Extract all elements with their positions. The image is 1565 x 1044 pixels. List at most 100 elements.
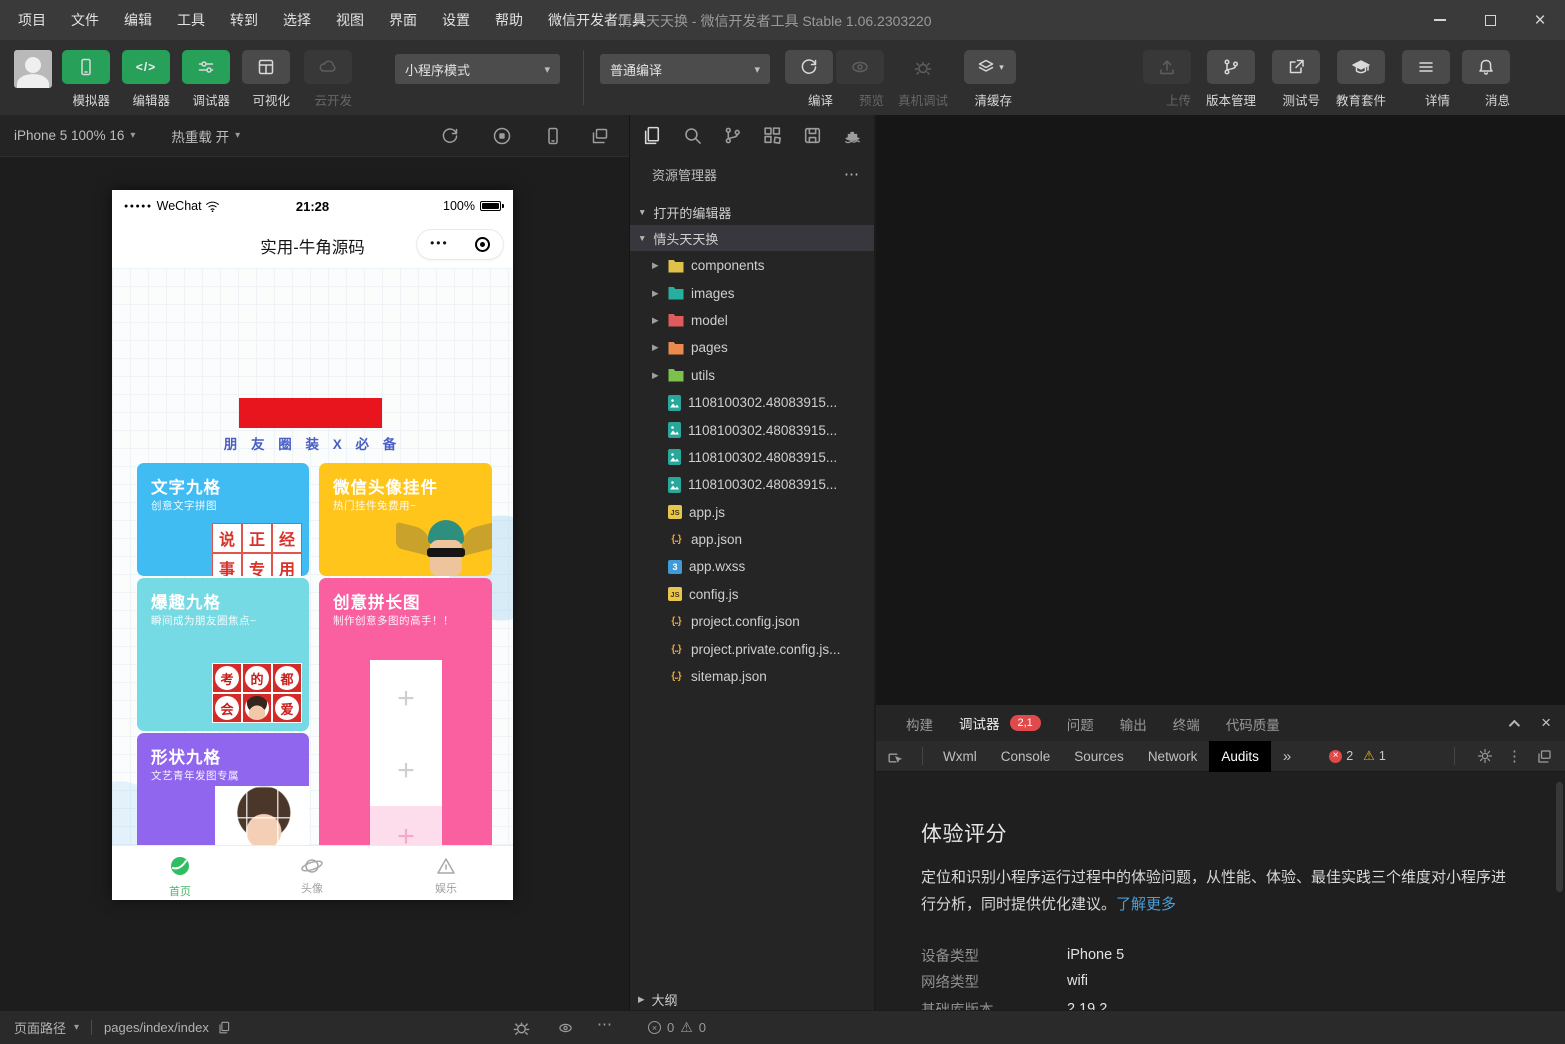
edu-suite-button[interactable]: 教育套件 bbox=[1337, 50, 1385, 109]
file-config-js[interactable]: JS config.js bbox=[630, 581, 874, 608]
statusbar-debug-button[interactable] bbox=[512, 1018, 531, 1037]
visualize-toggle-button[interactable]: 可视化 bbox=[242, 50, 290, 109]
file-project-private-config[interactable]: {..} project.private.config.js... bbox=[630, 635, 874, 662]
editor-toggle-button[interactable]: </> 编辑器 bbox=[122, 50, 170, 109]
home-target-icon[interactable] bbox=[475, 237, 490, 252]
menu-goto[interactable]: 转到 bbox=[230, 10, 258, 30]
tab-home[interactable]: 首页 bbox=[135, 854, 225, 899]
more-dots-icon[interactable]: ••• bbox=[430, 243, 449, 247]
devtab-wxml[interactable]: Wxml bbox=[931, 741, 989, 772]
minimize-button[interactable] bbox=[1415, 0, 1465, 40]
device-selector[interactable]: iPhone 5 100% 16 ▾ bbox=[14, 128, 135, 143]
version-control-button[interactable]: 版本管理 bbox=[1207, 50, 1255, 109]
tab-avatar[interactable]: 头像 bbox=[267, 854, 357, 896]
whale-icon[interactable] bbox=[842, 125, 863, 146]
console-warnings[interactable]: ⚠ 1 bbox=[1363, 748, 1386, 764]
folder-pages[interactable]: ▶ pages bbox=[630, 334, 874, 361]
folder-components[interactable]: ▶ components bbox=[630, 252, 874, 279]
hot-reload-selector[interactable]: 热重载 开 ▾ bbox=[171, 126, 240, 146]
package-icon[interactable] bbox=[802, 125, 823, 146]
menu-file[interactable]: 文件 bbox=[71, 10, 99, 30]
test-account-button[interactable]: 测试号 bbox=[1272, 50, 1320, 109]
inspect-button[interactable] bbox=[876, 747, 914, 765]
simulator-toggle-button[interactable]: 模拟器 bbox=[62, 50, 110, 109]
menu-help[interactable]: 帮助 bbox=[495, 10, 523, 30]
menu-project[interactable]: 项目 bbox=[18, 10, 46, 30]
undock-button[interactable] bbox=[1536, 748, 1553, 765]
outline-section[interactable]: ▶ 大纲 bbox=[630, 988, 874, 1010]
file-sitemap-json[interactable]: {..} sitemap.json bbox=[630, 663, 874, 690]
devtab-sources[interactable]: Sources bbox=[1062, 741, 1136, 772]
cloud-dev-button[interactable]: 云开发 bbox=[304, 50, 352, 109]
file-media-4[interactable]: 1108100302.48083915... bbox=[630, 471, 874, 498]
tab-terminal[interactable]: 终端 bbox=[1173, 705, 1200, 742]
compile-mode-select[interactable]: 普通编译 ▾ bbox=[600, 54, 770, 84]
more-tabs-icon[interactable]: » bbox=[1271, 741, 1303, 772]
close-button[interactable]: × bbox=[1515, 0, 1565, 40]
kebab-menu-icon[interactable]: ⋮ bbox=[1507, 747, 1522, 765]
menu-select[interactable]: 选择 bbox=[283, 10, 311, 30]
file-media-1[interactable]: 1108100302.48083915... bbox=[630, 389, 874, 416]
tab-debugger[interactable]: 调试器 bbox=[959, 704, 1000, 743]
restart-button[interactable] bbox=[440, 126, 460, 146]
tile-long-image[interactable]: 创意拼长图 制作创意多图的高手！！ + + + 展示图 bbox=[319, 578, 492, 845]
project-root-section[interactable]: ▼ 情头天天换 bbox=[630, 225, 874, 251]
remote-debug-button[interactable]: 真机调试 bbox=[899, 50, 947, 109]
upload-button[interactable]: 上传 bbox=[1143, 50, 1191, 109]
file-media-2[interactable]: 1108100302.48083915... bbox=[630, 416, 874, 443]
source-control-icon[interactable] bbox=[722, 125, 743, 146]
tile-avatar-pendant[interactable]: 微信头像挂件 热门挂件免费用~ bbox=[319, 463, 492, 576]
messages-button[interactable]: 消息 bbox=[1462, 50, 1510, 109]
tile-shape-nine-grid[interactable]: 形状九格 文艺青年发图专属 bbox=[137, 733, 309, 845]
avatar[interactable] bbox=[14, 50, 52, 88]
extensions-icon[interactable] bbox=[762, 125, 783, 146]
console-errors[interactable]: × 2 bbox=[1329, 749, 1353, 763]
devtab-console[interactable]: Console bbox=[989, 741, 1063, 772]
file-app-wxss[interactable]: 3 app.wxss bbox=[630, 553, 874, 580]
compile-button[interactable]: 编译 bbox=[785, 50, 833, 109]
tab-output[interactable]: 输出 bbox=[1120, 705, 1147, 742]
file-project-config[interactable]: {..} project.config.json bbox=[630, 608, 874, 635]
statusbar-preview-button[interactable] bbox=[556, 1020, 575, 1036]
debugger-toggle-button[interactable]: 调试器 bbox=[182, 50, 230, 109]
preview-button[interactable]: 预览 bbox=[836, 50, 884, 109]
tab-code-quality[interactable]: 代码质量 bbox=[1226, 705, 1280, 742]
tab-fun[interactable]: 娱乐 bbox=[401, 854, 491, 896]
ad-banner[interactable] bbox=[239, 398, 382, 428]
menu-edit[interactable]: 编辑 bbox=[124, 10, 152, 30]
collapse-panel-button[interactable] bbox=[1509, 716, 1517, 731]
details-button[interactable]: 详情 bbox=[1402, 50, 1450, 109]
tab-problems[interactable]: 问题 bbox=[1067, 705, 1094, 742]
record-button[interactable] bbox=[492, 126, 512, 146]
mode-select[interactable]: 小程序模式 ▾ bbox=[395, 54, 560, 84]
open-editors-section[interactable]: ▼ 打开的编辑器 bbox=[630, 199, 874, 225]
clear-cache-button[interactable]: ▾ 清缓存 bbox=[964, 50, 1012, 109]
capsule-menu[interactable]: ••• bbox=[416, 229, 504, 260]
file-app-json[interactable]: {..} app.json bbox=[630, 526, 874, 553]
learn-more-link[interactable]: 了解更多 bbox=[1116, 896, 1176, 913]
statusbar-more-icon[interactable]: ⋯ bbox=[597, 1015, 612, 1033]
problems-indicator[interactable]: × 0 ⚠ 0 bbox=[648, 1019, 706, 1036]
menu-settings[interactable]: 设置 bbox=[442, 10, 470, 30]
editor-area[interactable]: 构建 调试器 2,1 问题 输出 终端 代码质量 × Wxml bbox=[876, 115, 1565, 1010]
more-actions-icon[interactable]: ⋯ bbox=[844, 165, 860, 183]
file-app-js[interactable]: JS app.js bbox=[630, 499, 874, 526]
menu-tools[interactable]: 工具 bbox=[177, 10, 205, 30]
menu-view[interactable]: 视图 bbox=[336, 10, 364, 30]
devtab-audits[interactable]: Audits bbox=[1209, 741, 1271, 772]
close-panel-button[interactable]: × bbox=[1541, 713, 1551, 733]
file-media-3[interactable]: 1108100302.48083915... bbox=[630, 444, 874, 471]
devtools-settings-button[interactable] bbox=[1477, 748, 1493, 764]
device-frame-button[interactable] bbox=[543, 126, 563, 146]
tile-text-nine-grid[interactable]: 文字九格 创意文字拼图 说 正 经 事 专 用 bbox=[137, 463, 309, 576]
copy-path-button[interactable] bbox=[217, 1020, 232, 1035]
folder-model[interactable]: ▶ model bbox=[630, 307, 874, 334]
tile-fun-nine-grid[interactable]: 爆趣九格 瞬间成为朋友圈焦点~ 考 的 都 会 爱 bbox=[137, 578, 309, 731]
files-icon[interactable] bbox=[642, 125, 663, 146]
folder-images[interactable]: ▶ images bbox=[630, 279, 874, 306]
scrollbar[interactable] bbox=[1556, 782, 1563, 892]
multi-window-button[interactable] bbox=[590, 126, 610, 146]
search-icon[interactable] bbox=[682, 125, 703, 146]
folder-utils[interactable]: ▶ utils bbox=[630, 362, 874, 389]
tab-build[interactable]: 构建 bbox=[906, 705, 933, 742]
